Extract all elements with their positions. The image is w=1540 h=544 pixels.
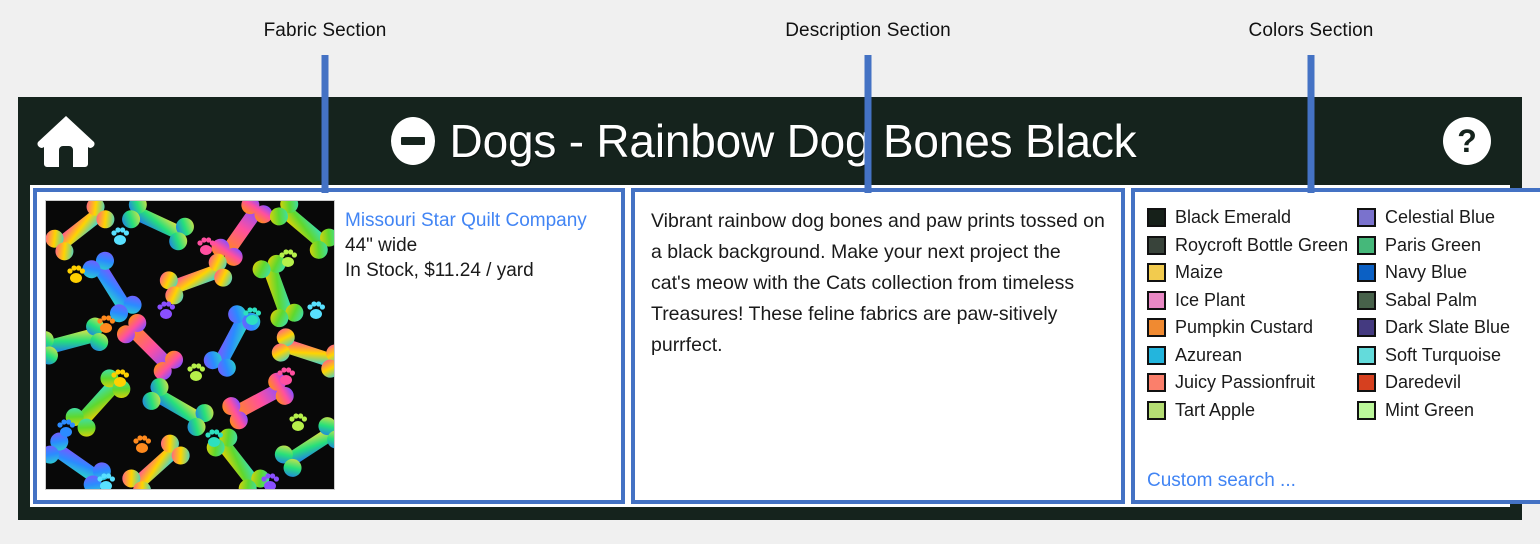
fabric-availability: In Stock, $11.24 / yard xyxy=(345,260,534,281)
color-name-label: Black Emerald xyxy=(1175,207,1292,228)
annotation-line-2 xyxy=(1307,55,1315,193)
question-mark-icon: ? xyxy=(1443,117,1491,165)
color-swatch-icon xyxy=(1147,400,1166,420)
color-swatch-icon xyxy=(1147,345,1166,365)
color-swatch-icon xyxy=(1357,318,1376,338)
color-row[interactable]: Sabal Palm xyxy=(1357,287,1540,315)
color-name-label: Maize xyxy=(1175,262,1224,283)
screenshot-root: Fabric Section Description Section Colors … xyxy=(0,0,1540,544)
color-name-label: Soft Turquoise xyxy=(1385,344,1502,365)
color-swatch-icon xyxy=(1147,290,1166,310)
color-row[interactable]: Mint Green xyxy=(1357,397,1540,425)
color-swatch-icon xyxy=(1147,235,1166,255)
app-window: Dogs - Rainbow Dog Bones Black ? Missour… xyxy=(18,97,1540,520)
page-title: Dogs - Rainbow Dog Bones Black xyxy=(449,115,1137,167)
fabric-width: 44" wide xyxy=(345,235,418,256)
color-swatch-icon xyxy=(1147,373,1166,393)
color-row[interactable]: Ice Plant xyxy=(1147,287,1347,315)
color-name-label: Roycroft Bottle Green xyxy=(1175,234,1349,255)
color-row[interactable]: Black Emerald xyxy=(1147,204,1347,232)
color-name-label: Mint Green xyxy=(1385,399,1475,420)
color-row[interactable]: Paris Green xyxy=(1357,232,1540,260)
color-name-label: Celestial Blue xyxy=(1385,207,1496,228)
color-columns: Black Emerald Roycroft Bottle Green Maize I… xyxy=(1147,204,1540,466)
color-row[interactable]: Azurean xyxy=(1147,342,1347,370)
color-row[interactable]: Daredevil xyxy=(1357,369,1540,397)
color-swatch-icon xyxy=(1147,263,1166,283)
color-swatch-icon xyxy=(1357,235,1376,255)
color-name-label: Juicy Passionfruit xyxy=(1175,372,1316,393)
color-swatch-icon xyxy=(1357,373,1376,393)
home-button[interactable] xyxy=(18,114,114,168)
custom-search-link[interactable]: Custom search ... xyxy=(1147,466,1540,492)
color-row[interactable]: Dark Slate Blue xyxy=(1357,314,1540,342)
title-area: Dogs - Rainbow Dog Bones Black xyxy=(114,114,1412,168)
color-name-label: Dark Slate Blue xyxy=(1385,317,1511,338)
annotation-line-0 xyxy=(321,55,329,193)
color-swatch-icon xyxy=(1357,263,1376,283)
color-name-label: Paris Green xyxy=(1385,234,1482,255)
color-row[interactable]: Roycroft Bottle Green xyxy=(1147,232,1349,260)
content-panels: Missouri Star Quilt Company 44" wide In … xyxy=(30,185,1540,507)
annotation-label-2: Colors Section xyxy=(1248,20,1374,41)
minus-circle-icon[interactable] xyxy=(390,116,436,166)
color-name-label: Sabal Palm xyxy=(1385,289,1478,310)
color-row[interactable]: Juicy Passionfruit xyxy=(1147,369,1347,397)
color-row[interactable]: Navy Blue xyxy=(1357,259,1540,287)
color-column-right: Celestial Blue Paris Green Navy Blue Sabal … xyxy=(1357,204,1540,466)
color-swatch-icon xyxy=(1357,290,1376,310)
color-name-label: Ice Plant xyxy=(1175,289,1246,310)
colors-section: Black Emerald Roycroft Bottle Green Maize I… xyxy=(1131,188,1540,504)
help-button[interactable]: ? xyxy=(1412,116,1522,166)
fabric-pattern-image xyxy=(46,201,334,489)
color-row[interactable]: Maize xyxy=(1147,259,1347,287)
color-swatch-icon xyxy=(1147,318,1166,338)
color-swatch-icon xyxy=(1147,208,1166,228)
description-section: Vibrant rainbow dog bones and paw prints… xyxy=(631,188,1125,504)
svg-text:?: ? xyxy=(1457,123,1477,159)
color-name-label: Daredevil xyxy=(1385,372,1462,393)
color-row[interactable]: Celestial Blue xyxy=(1357,204,1540,232)
color-swatch-icon xyxy=(1357,345,1376,365)
color-swatch-icon xyxy=(1357,400,1376,420)
vendor-link[interactable]: Missouri Star Quilt Company xyxy=(345,210,587,232)
color-name-label: Azurean xyxy=(1175,344,1243,365)
color-row[interactable]: Tart Apple xyxy=(1147,397,1347,425)
home-icon xyxy=(37,116,95,167)
fabric-details: Missouri Star Quilt Company 44" wide In … xyxy=(345,200,587,492)
title-bar: Dogs - Rainbow Dog Bones Black ? xyxy=(18,97,1522,185)
fabric-swatch[interactable] xyxy=(45,200,335,490)
annotation-label-1: Description Section xyxy=(785,20,951,41)
color-swatch-icon xyxy=(1357,208,1376,228)
color-column-left: Black Emerald Roycroft Bottle Green Maize I… xyxy=(1147,204,1349,466)
annotation-line-1 xyxy=(864,55,872,193)
fabric-section: Missouri Star Quilt Company 44" wide In … xyxy=(33,188,625,504)
annotation-label-0: Fabric Section xyxy=(263,20,387,41)
color-name-label: Navy Blue xyxy=(1385,262,1468,283)
description-text: Vibrant rainbow dog bones and paw prints… xyxy=(651,210,1105,356)
color-name-label: Tart Apple xyxy=(1175,399,1256,420)
color-row[interactable]: Pumpkin Custard xyxy=(1147,314,1347,342)
color-row[interactable]: Soft Turquoise xyxy=(1357,342,1540,370)
color-name-label: Pumpkin Custard xyxy=(1175,317,1314,338)
